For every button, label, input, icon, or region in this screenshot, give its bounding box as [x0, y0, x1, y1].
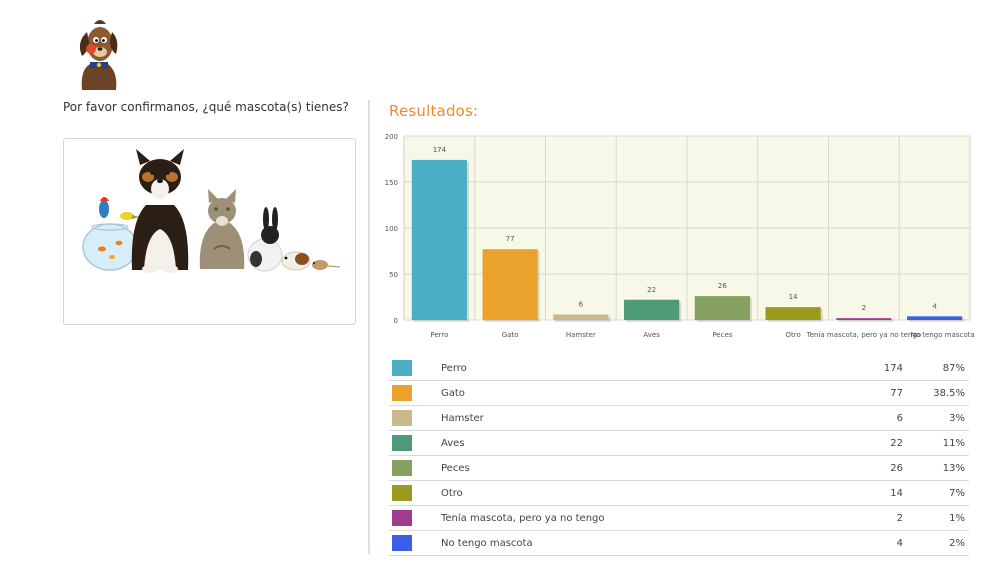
x-tick-label: Gato [502, 331, 519, 339]
legend-percent: 3% [905, 405, 969, 431]
bar [482, 249, 538, 320]
legend-percent: 11% [905, 430, 969, 456]
legend-count: 14 [843, 480, 905, 506]
legend-swatch-cell [389, 480, 441, 506]
legend-row: Tenía mascota, pero ya no tengo 2 1% [389, 505, 969, 531]
legend-percent: 38.5% [905, 380, 969, 406]
legend-label: No tengo mascota [441, 530, 843, 556]
bar-value-label: 4 [932, 302, 937, 310]
legend-swatch [392, 510, 412, 526]
x-tick-label: No tengo mascota [911, 331, 975, 339]
legend-swatch-cell [389, 405, 441, 431]
y-tick-label: 150 [385, 179, 398, 187]
legend-row: Otro 14 7% [389, 480, 969, 506]
legend-swatch [392, 360, 412, 376]
pets-illustration [82, 149, 341, 273]
guinea-pig-icon [281, 251, 311, 271]
legend-swatch [392, 410, 412, 426]
legend-swatch [392, 485, 412, 501]
legend-label: Hamster [441, 405, 843, 431]
birds-icon [99, 197, 140, 220]
pets-image [63, 138, 356, 325]
hamster-icon [312, 260, 341, 270]
results-title: Resultados: [389, 102, 479, 120]
legend-swatch-cell [389, 430, 441, 456]
legend-count: 2 [843, 505, 905, 531]
bar [765, 307, 821, 320]
question-text: Por favor confirmanos, ¿qué mascota(s) t… [63, 100, 349, 114]
bar [553, 314, 609, 320]
bar [836, 318, 892, 320]
x-tick-label: Peces [712, 331, 732, 339]
legend-swatch [392, 535, 412, 551]
legend-swatch-cell [389, 505, 441, 531]
legend-swatch-cell [389, 530, 441, 556]
legend-row: Aves 22 11% [389, 430, 969, 456]
bar-value-label: 2 [862, 304, 866, 312]
bar-shadow [838, 320, 894, 322]
legend-swatch [392, 435, 412, 451]
legend-percent: 87% [905, 356, 969, 381]
legend-swatch-cell [389, 455, 441, 481]
bar [624, 299, 680, 320]
x-tick-label: Hamster [566, 331, 596, 339]
legend-percent: 7% [905, 480, 969, 506]
legend-swatch-cell [389, 380, 441, 406]
y-tick-label: 200 [385, 133, 398, 141]
bar-value-label: 6 [579, 300, 584, 308]
legend-swatch [392, 385, 412, 401]
legend-swatch [392, 460, 412, 476]
bar-value-label: 14 [789, 293, 798, 301]
bar-value-label: 174 [433, 146, 447, 154]
bar [411, 159, 467, 320]
y-tick-label: 0 [394, 317, 398, 325]
legend-label: Otro [441, 480, 843, 506]
legend-count: 22 [843, 430, 905, 456]
legend-count: 6 [843, 405, 905, 431]
legend-label: Gato [441, 380, 843, 406]
results-legend-table: Perro 174 87% Gato 77 38.5% Hamster 6 3% Aves 22 11… [389, 356, 969, 556]
legend-count: 4 [843, 530, 905, 556]
legend-row: Gato 77 38.5% [389, 380, 969, 406]
legend-row: Perro 174 87% [389, 356, 969, 381]
legend-label: Peces [441, 455, 843, 481]
bar-value-label: 77 [506, 235, 515, 243]
legend-row: Hamster 6 3% [389, 405, 969, 431]
legend-row: No tengo mascota 4 2% [389, 530, 969, 556]
fishbowl-icon [82, 223, 138, 271]
x-tick-label: Aves [643, 331, 660, 339]
rabbit-icon [247, 207, 283, 272]
bar-value-label: 26 [718, 282, 727, 290]
legend-percent: 2% [905, 530, 969, 556]
dog-icon [131, 149, 189, 273]
x-tick-label: Otro [785, 331, 800, 339]
dog-logo-icon [79, 20, 118, 90]
cat-icon [199, 189, 245, 269]
bar-value-label: 22 [647, 286, 656, 294]
legend-label: Tenía mascota, pero ya no tengo [441, 505, 843, 531]
y-tick-label: 100 [385, 225, 398, 233]
bar [907, 316, 963, 320]
legend-label: Aves [441, 430, 843, 456]
x-tick-label: Perro [430, 331, 448, 339]
bar [694, 296, 750, 320]
y-tick-label: 50 [389, 271, 398, 279]
legend-percent: 13% [905, 455, 969, 481]
legend-percent: 1% [905, 505, 969, 531]
legend-row: Peces 26 13% [389, 455, 969, 481]
legend-count: 174 [843, 356, 905, 381]
legend-swatch-cell [389, 356, 441, 381]
results-bar-chart: 0 50 100 150 200 174 Perro 77 Gato 6 Hamster 22 Aves… [385, 133, 975, 339]
legend-label: Perro [441, 356, 843, 381]
x-tick-label: Tenía mascota, pero ya no tengo [806, 331, 921, 339]
legend-count: 77 [843, 380, 905, 406]
legend-count: 26 [843, 455, 905, 481]
